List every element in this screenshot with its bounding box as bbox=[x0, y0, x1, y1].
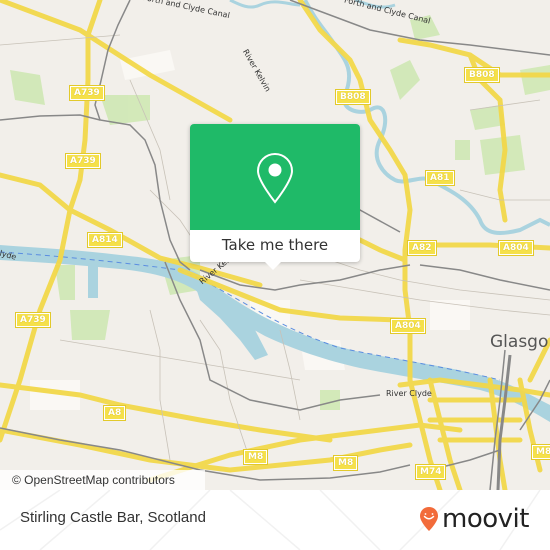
moovit-logo[interactable]: moovit bbox=[419, 504, 529, 534]
road-label-a739: A739 bbox=[65, 153, 101, 169]
popup-pointer bbox=[265, 262, 281, 270]
road-label-m8: M8 bbox=[332, 455, 359, 471]
road-label-a739: A739 bbox=[69, 85, 105, 101]
moovit-pin-icon bbox=[420, 507, 438, 531]
place-name: Stirling Castle Bar, Scotland bbox=[20, 509, 206, 526]
road-label-a804: A804 bbox=[498, 240, 534, 256]
road-label-a814: A814 bbox=[87, 232, 123, 248]
location-popup[interactable]: Take me there bbox=[190, 124, 360, 270]
road-label-m74: M74 bbox=[414, 464, 447, 480]
footer: Stirling Castle Bar, Scotland moovit bbox=[0, 490, 550, 550]
road-label-b808: B808 bbox=[464, 67, 500, 83]
road-label-a81: A81 bbox=[425, 170, 455, 186]
road-label-m8: M8 bbox=[530, 444, 550, 460]
map-attribution[interactable]: © OpenStreetMap contributors bbox=[0, 470, 205, 490]
road-label-b808: B808 bbox=[335, 89, 371, 105]
map[interactable]: A739 A739 A739 A814 A8 M8 M8 M8 M74 B808… bbox=[0, 0, 550, 490]
road-label-m8: M8 bbox=[242, 449, 269, 465]
road-label-a804: A804 bbox=[390, 318, 426, 334]
moovit-wordmark: moovit bbox=[442, 504, 529, 534]
popup-header bbox=[190, 124, 360, 230]
river-clyde-label: River Clyde bbox=[386, 389, 432, 398]
road-label-a739: A739 bbox=[15, 312, 51, 328]
road-label-a82: A82 bbox=[407, 240, 437, 256]
city-label-glasgow: Glasgo bbox=[490, 332, 549, 352]
take-me-there-button[interactable]: Take me there bbox=[190, 230, 360, 262]
location-pin-icon bbox=[256, 152, 294, 204]
road-label-a8: A8 bbox=[102, 405, 127, 421]
